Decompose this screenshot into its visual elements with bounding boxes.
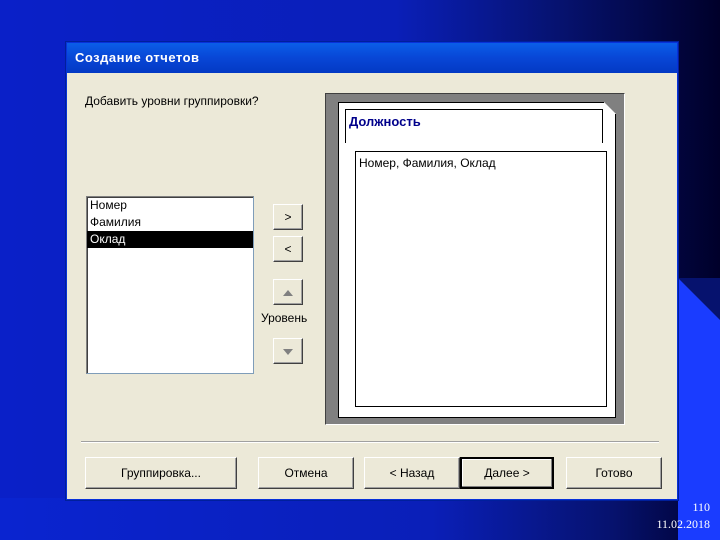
priority-down-button[interactable] <box>273 338 303 364</box>
finish-button[interactable]: Готово <box>566 457 662 489</box>
window-title: Создание отчетов <box>67 43 677 73</box>
group-header-label: Должность <box>349 114 421 129</box>
priority-up-button[interactable] <box>273 279 303 305</box>
preview-group-header: Должность <box>345 109 603 143</box>
grouping-preview: Должность Номер, Фамилия, Оклад <box>325 93 625 425</box>
back-button[interactable]: < Назад <box>364 457 460 489</box>
grouping-question: Добавить уровни группировки? <box>85 94 259 108</box>
list-item[interactable]: Фамилия <box>87 214 253 231</box>
list-item[interactable]: Номер <box>87 197 253 214</box>
remove-level-button[interactable]: < <box>273 236 303 262</box>
slide-bottom-band <box>0 498 720 540</box>
slide-corner-cut <box>678 278 720 320</box>
slide-number: 110 <box>692 500 710 514</box>
next-button[interactable]: Далее > <box>460 457 554 489</box>
cancel-button[interactable]: Отмена <box>258 457 354 489</box>
report-wizard-window: Создание отчетов Добавить уровни группир… <box>66 42 678 500</box>
grouping-options-button[interactable]: Группировка... <box>85 457 237 489</box>
slide-date: 11.02.2018 <box>656 517 710 531</box>
page-fold-icon <box>604 102 616 114</box>
preview-detail-box: Номер, Фамилия, Оклад <box>355 151 607 407</box>
divider <box>81 441 659 443</box>
arrow-down-icon <box>283 348 293 355</box>
arrow-up-icon <box>283 289 293 296</box>
level-label: Уровень <box>261 311 308 325</box>
add-level-button[interactable]: > <box>273 204 303 230</box>
preview-page: Должность Номер, Фамилия, Оклад <box>338 102 616 418</box>
available-fields-list[interactable]: Номер Фамилия Оклад <box>86 196 254 374</box>
list-item-selected[interactable]: Оклад <box>87 231 253 248</box>
detail-fields-label: Номер, Фамилия, Оклад <box>359 156 496 170</box>
